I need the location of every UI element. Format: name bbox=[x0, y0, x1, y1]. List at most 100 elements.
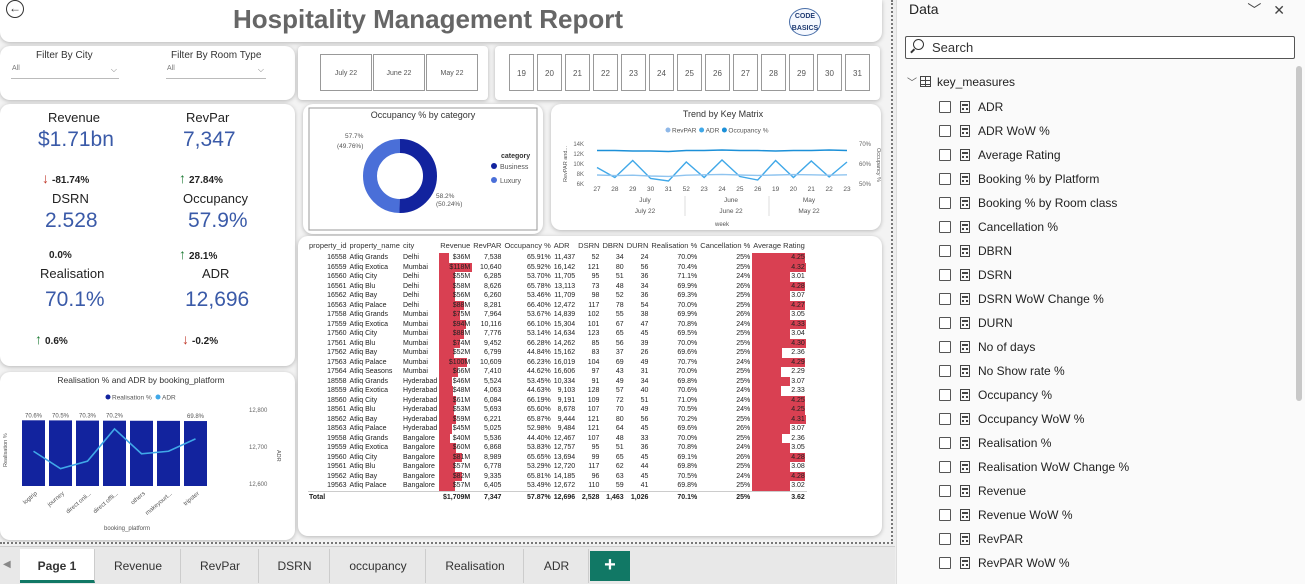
table-column-header[interactable]: DURN bbox=[626, 239, 651, 253]
tab-adr[interactable]: ADR bbox=[525, 549, 589, 583]
measure-field-item[interactable]: Realisation WoW Change % bbox=[939, 455, 1129, 479]
week-button[interactable]: 26 bbox=[705, 54, 730, 91]
field-checkbox[interactable] bbox=[939, 389, 951, 401]
legend-item-luxury[interactable]: Luxury bbox=[500, 178, 522, 185]
week-button[interactable]: 28 bbox=[761, 54, 786, 91]
measure-field-item[interactable]: ADR WoW % bbox=[939, 119, 1129, 143]
table-row[interactable]: 19561 Atliq Blu Bangalore $57M 6,778 53.29% 12… bbox=[308, 462, 807, 472]
field-checkbox[interactable] bbox=[939, 125, 951, 137]
combo-bar[interactable] bbox=[157, 420, 180, 486]
month-button[interactable]: June 22 bbox=[373, 54, 425, 91]
field-checkbox[interactable] bbox=[939, 437, 951, 449]
field-checkbox[interactable] bbox=[939, 317, 951, 329]
week-button[interactable]: 25 bbox=[677, 54, 702, 91]
measure-field-item[interactable]: DURN bbox=[939, 311, 1129, 335]
room-type-filter-select[interactable]: All ⌵ bbox=[166, 65, 266, 79]
data-pane-scrollbar[interactable] bbox=[1296, 66, 1302, 401]
week-button[interactable]: 31 bbox=[845, 54, 870, 91]
trend-line-occupancy-[interactable] bbox=[596, 173, 848, 178]
field-checkbox[interactable] bbox=[939, 365, 951, 377]
table-row[interactable]: 16563 Atliq Palace Delhi $88M 8,281 66.40% 12,… bbox=[308, 300, 807, 310]
combo-bar[interactable] bbox=[22, 420, 45, 486]
measure-field-item[interactable]: Booking % by Platform bbox=[939, 167, 1129, 191]
combo-bar[interactable] bbox=[103, 420, 126, 486]
field-checkbox[interactable] bbox=[939, 533, 951, 545]
field-checkbox[interactable] bbox=[939, 221, 951, 233]
tab-revenue[interactable]: Revenue bbox=[96, 549, 181, 583]
measure-field-item[interactable]: DBRN bbox=[939, 239, 1129, 263]
donut-slice-luxury[interactable] bbox=[363, 139, 401, 213]
trend-legend-item[interactable]: ADR bbox=[706, 128, 720, 135]
field-checkbox[interactable] bbox=[939, 149, 951, 161]
table-row[interactable]: 17562 Atliq Bay Mumbai $52M 6,799 44.84% 15,16… bbox=[308, 348, 807, 358]
tab-page-1[interactable]: Page 1 bbox=[20, 549, 95, 583]
table-total-row[interactable]: Total $1,709M 7,347 57.87% 12,696 2,528 1,463 1… bbox=[308, 490, 807, 504]
trend-line-adr[interactable] bbox=[597, 149, 848, 153]
measure-field-item[interactable]: Average Rating bbox=[939, 143, 1129, 167]
tab-scroll-left-icon[interactable]: ◀ bbox=[3, 559, 11, 570]
measure-field-item[interactable]: DSRN WoW Change % bbox=[939, 287, 1129, 311]
combo-legend-item[interactable]: Realisation % bbox=[112, 395, 152, 402]
measure-field-item[interactable]: DSRN bbox=[939, 263, 1129, 287]
close-icon[interactable]: ✕ bbox=[1273, 2, 1285, 18]
month-button[interactable]: July 22 bbox=[320, 54, 372, 91]
table-row[interactable]: 18559 Atliq Exotica Hyderabad $48M 4,063 44.6… bbox=[308, 386, 807, 396]
table-row[interactable]: 19558 Atliq Grands Bangalore $40M 5,536 44.40… bbox=[308, 433, 807, 443]
table-row[interactable]: 16560 Atliq City Delhi $55M 6,285 53.70% 11,70… bbox=[308, 272, 807, 282]
measure-field-item[interactable]: Occupancy WoW % bbox=[939, 407, 1129, 431]
table-row[interactable]: 16562 Atliq Bay Delhi $56M 6,260 53.46% 11,709… bbox=[308, 291, 807, 301]
field-checkbox[interactable] bbox=[939, 461, 951, 473]
week-button[interactable]: 30 bbox=[817, 54, 842, 91]
trend-legend-item[interactable]: Occupancy % bbox=[728, 128, 768, 135]
week-button[interactable]: 22 bbox=[593, 54, 618, 91]
field-checkbox[interactable] bbox=[939, 101, 951, 113]
table-row[interactable]: 18563 Atliq Palace Hyderabad $45M 5,025 52.98… bbox=[308, 424, 807, 434]
expand-chevron-icon[interactable]: ﹀ bbox=[907, 78, 917, 89]
measure-field-item[interactable]: Revenue bbox=[939, 479, 1129, 503]
measure-field-item[interactable]: Cancellation % bbox=[939, 215, 1129, 239]
table-column-header[interactable]: Revenue bbox=[439, 239, 472, 253]
table-row[interactable]: 17561 Atliq Blu Mumbai $74M 9,452 66.28% 14,26… bbox=[308, 338, 807, 348]
table-row[interactable]: 16558 Atliq Grands Delhi $36M 7,538 65.91% 11,… bbox=[308, 253, 807, 263]
field-checkbox[interactable] bbox=[939, 197, 951, 209]
table-row[interactable]: 16559 Atliq Exotica Mumbai $118M 10,640 65.92… bbox=[308, 262, 807, 272]
table-node-key-measures[interactable]: ﹀ key_measures bbox=[907, 74, 1015, 89]
table-row[interactable]: 18561 Atliq Blu Hyderabad $53M 5,693 65.60% 8,… bbox=[308, 405, 807, 415]
table-column-header[interactable]: RevPAR bbox=[472, 239, 503, 253]
table-column-header[interactable]: Average Rating bbox=[752, 239, 807, 253]
table-row[interactable]: 19559 Atliq Exotica Bangalore $60M 6,868 53.8… bbox=[308, 443, 807, 453]
combo-bar[interactable] bbox=[184, 421, 207, 486]
combo-legend-item[interactable]: ADR bbox=[162, 395, 176, 402]
week-button[interactable]: 27 bbox=[733, 54, 758, 91]
tab-realisation[interactable]: Realisation bbox=[427, 549, 524, 583]
table-row[interactable]: 18558 Atliq Grands Hyderabad $46M 5,524 53.45… bbox=[308, 376, 807, 386]
week-button[interactable]: 21 bbox=[565, 54, 590, 91]
table-column-header[interactable]: Realisation % bbox=[650, 239, 699, 253]
field-checkbox[interactable] bbox=[939, 293, 951, 305]
city-filter-select[interactable]: All ⌵ bbox=[11, 65, 119, 79]
table-row[interactable]: 17558 Atliq Grands Mumbai $75M 7,964 53.67% 14… bbox=[308, 310, 807, 320]
table-row[interactable]: 17563 Atliq Palace Mumbai $100M 10,609 66.23%… bbox=[308, 357, 807, 367]
table-column-header[interactable]: ADR bbox=[553, 239, 577, 253]
table-column-header[interactable]: DBRN bbox=[601, 239, 625, 253]
month-button[interactable]: May 22 bbox=[426, 54, 478, 91]
week-button[interactable]: 23 bbox=[621, 54, 646, 91]
measure-field-item[interactable]: Realisation % bbox=[939, 431, 1129, 455]
field-checkbox[interactable] bbox=[939, 173, 951, 185]
tab-revpar[interactable]: RevPar bbox=[182, 549, 259, 583]
trend-line-revpar[interactable] bbox=[596, 159, 848, 182]
week-button[interactable]: 19 bbox=[509, 54, 534, 91]
data-search-input[interactable]: Search bbox=[905, 36, 1295, 59]
add-page-button[interactable]: + bbox=[590, 551, 630, 581]
tab-occupancy[interactable]: occupancy bbox=[331, 549, 426, 583]
donut-slice-business[interactable] bbox=[399, 139, 437, 213]
measure-field-item[interactable]: Revenue WoW % bbox=[939, 503, 1129, 527]
combo-bar[interactable] bbox=[49, 420, 72, 486]
measure-field-item[interactable]: Booking % by Room class bbox=[939, 191, 1129, 215]
table-row[interactable]: 18562 Atliq Bay Hyderabad $59M 6,221 65.87% 9,… bbox=[308, 414, 807, 424]
measure-field-item[interactable]: No Show rate % bbox=[939, 359, 1129, 383]
field-checkbox[interactable] bbox=[939, 485, 951, 497]
tab-dsrn[interactable]: DSRN bbox=[260, 549, 330, 583]
measure-field-item[interactable]: RevPAR WoW % bbox=[939, 551, 1129, 575]
trend-legend-item[interactable]: RevPAR bbox=[672, 128, 697, 135]
